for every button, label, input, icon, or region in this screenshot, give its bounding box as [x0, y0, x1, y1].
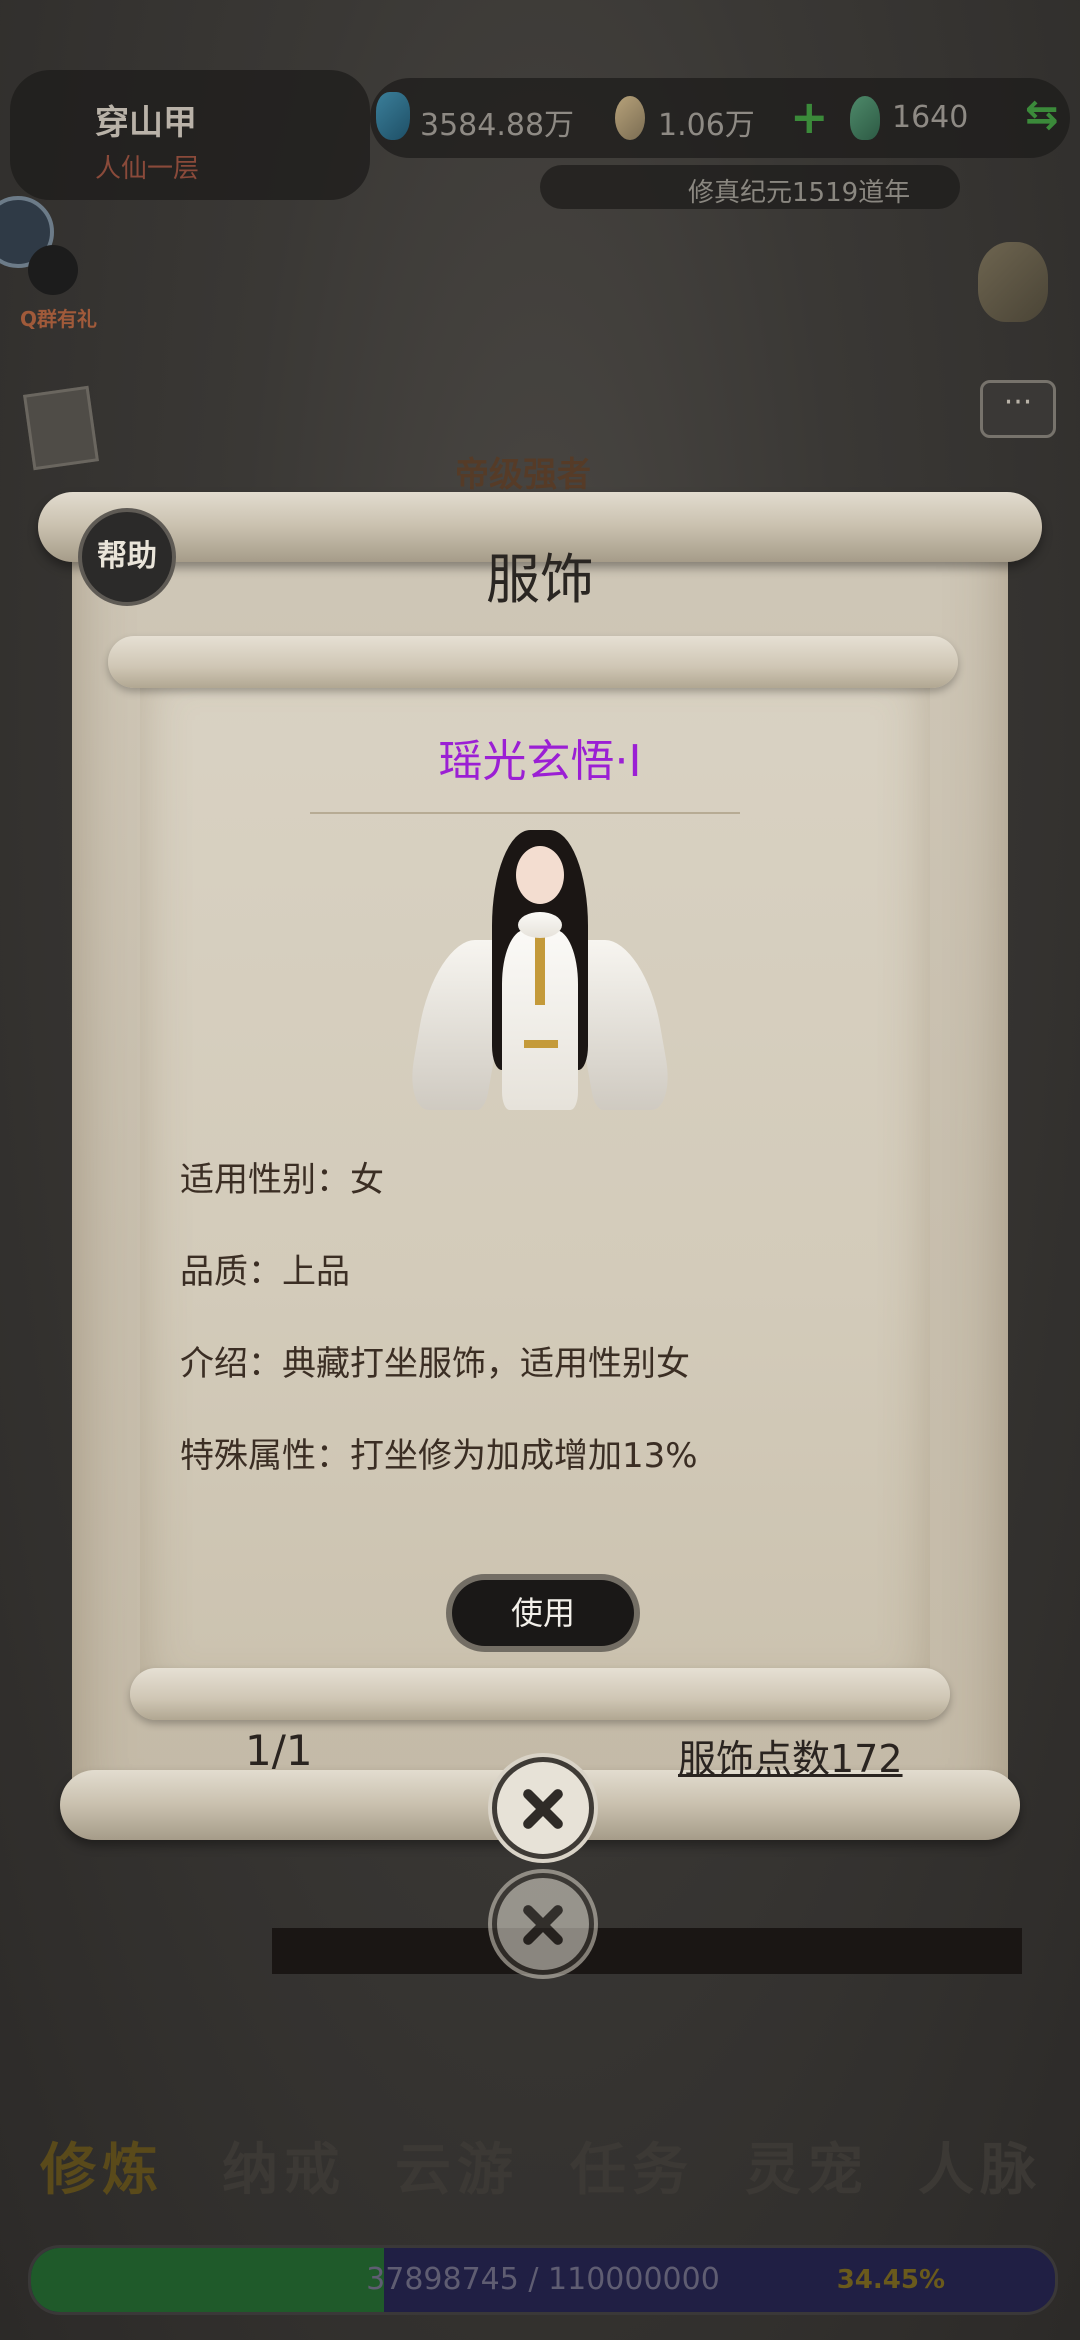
background-strip — [272, 1928, 1022, 1974]
costume-preview-image — [405, 820, 675, 1110]
add-currency-button[interactable]: + — [790, 90, 829, 144]
inner-top-rod — [108, 636, 958, 688]
attr-quality: 品质：上品 — [180, 1252, 350, 1292]
item-divider — [310, 812, 740, 814]
tab-connections[interactable]: 人脉 — [918, 2125, 1042, 2206]
spirit-stone-icon — [376, 92, 410, 140]
tab-cultivate[interactable]: 修炼 — [40, 2125, 164, 2206]
close-icon[interactable] — [492, 1757, 594, 1859]
tab-travel[interactable]: 云游 — [395, 2125, 519, 2206]
calendar-text: 修真纪元1519道年 — [688, 178, 911, 208]
jade-icon — [850, 96, 880, 140]
player-name: 穿山甲 — [95, 103, 197, 143]
tab-pets[interactable]: 灵宠 — [745, 2125, 869, 2206]
qq-penguin-icon[interactable] — [28, 245, 78, 295]
attr-special: 特殊属性：打坐修为加成增加13% — [180, 1436, 698, 1476]
player-realm: 人仙一层 — [95, 154, 200, 184]
exp-progress-bar: 37898745 / 110000000 34.45% — [28, 2245, 1058, 2315]
swap-icon[interactable]: ⇆ — [1025, 92, 1059, 138]
inner-bottom-rod — [130, 1668, 950, 1720]
modal-title: 服饰 — [486, 548, 594, 611]
tab-ring[interactable]: 纳戒 — [222, 2125, 346, 2206]
page-indicator: 1/1 — [245, 1726, 313, 1775]
spirit-stone-count: 3584.88万 — [420, 108, 575, 143]
background-title: 帝级强者 — [455, 455, 591, 495]
help-button[interactable]: 帮助 — [78, 508, 176, 606]
treasure-bag-icon[interactable] — [978, 242, 1048, 322]
exp-progress-percent: 34.45% — [836, 2265, 945, 2295]
tab-tasks[interactable]: 任务 — [570, 2125, 694, 2206]
use-button[interactable]: 使用 — [452, 1580, 634, 1646]
qq-group-label[interactable]: Q群有礼 — [20, 303, 97, 332]
attr-description: 介绍：典藏打坐服饰，适用性别女 — [180, 1344, 690, 1384]
attr-gender: 适用性别：女 — [180, 1160, 384, 1200]
background-close-icon — [492, 1873, 594, 1975]
gold-ingot-icon — [615, 96, 645, 140]
chat-icon[interactable]: ··· — [980, 380, 1056, 438]
quest-scroll-icon[interactable] — [23, 385, 99, 471]
costume-points-link[interactable]: 服饰点数172 — [678, 1728, 903, 1783]
bottom-nav: 修炼 纳戒 云游 任务 灵宠 人脉 — [0, 2125, 1080, 2205]
item-name: 瑶光玄悟·I — [438, 736, 642, 787]
gold-count: 1.06万 — [658, 108, 755, 143]
jade-count: 1640 — [892, 100, 969, 135]
